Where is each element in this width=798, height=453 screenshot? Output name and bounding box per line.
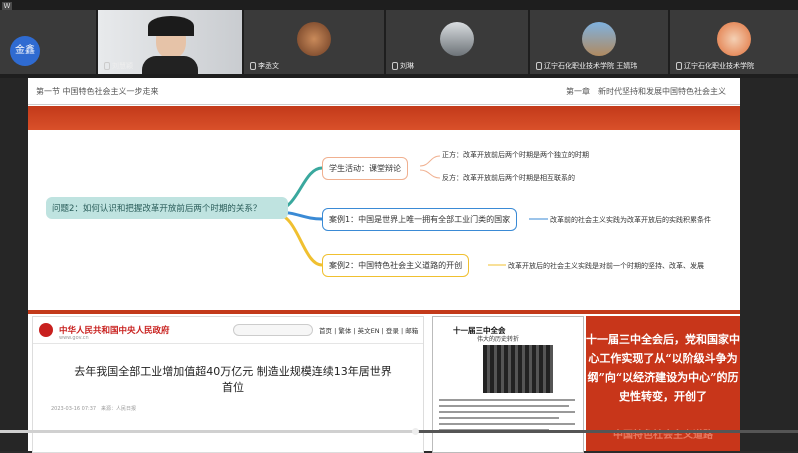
participant-tile-2[interactable]: 刘慧颖 — [98, 10, 242, 74]
avatar — [582, 22, 616, 56]
participant-name: 李丞文 — [250, 61, 279, 71]
progress-fill — [0, 430, 415, 433]
news-headline: 去年我国全部工业增加值超40万亿元 制造业规模连续13年居世界首位 — [74, 365, 392, 394]
newspaper-subtitle: 伟大的历史转折 — [477, 336, 520, 343]
mic-icon — [250, 62, 256, 70]
leaf-case-2: 改革开放后的社会主义实践是对前一个时期的坚持、改革、发展 — [508, 262, 704, 270]
newspaper-photo — [483, 345, 553, 393]
gov-nav: 首页 | 繁体 | 英文EN | 登录 | 邮箱 — [319, 327, 419, 335]
branch-case-1: 案例1：中国是世界上唯一拥有全部工业门类的国家 — [322, 208, 518, 231]
app-icon[interactable]: W — [2, 2, 12, 10]
participant-tile-1[interactable]: 金鑫 — [0, 10, 96, 74]
slide-header: 第一节 中国特色社会主义一步走来 第一章 新时代坚持和发展中国特色社会主义 — [28, 78, 740, 105]
divider-bar — [28, 310, 740, 314]
participant-tile-6[interactable]: 辽宁石化职业技术学院 — [670, 10, 798, 74]
avatar — [440, 22, 474, 56]
avatar — [297, 22, 331, 56]
header-banner — [28, 106, 740, 130]
mic-icon — [392, 62, 398, 70]
avatar — [717, 22, 751, 56]
mic-icon — [536, 62, 542, 70]
leaf-case-1: 改革前的社会主义实践为改革开放后的实践积累条件 — [550, 216, 711, 224]
person-body — [142, 56, 198, 74]
participant-name: 辽宁石化职业技术学院 — [676, 61, 754, 71]
avatar: 金鑫 — [10, 36, 40, 66]
participant-tile-3[interactable]: 李丞文 — [244, 10, 384, 74]
mic-icon — [104, 62, 110, 70]
left-margin — [0, 78, 28, 451]
branch-case-2: 案例2：中国特色社会主义道路的开创 — [322, 254, 470, 277]
leaf-con: 反方：改革开放前后两个时期是相互联系的 — [442, 174, 575, 182]
quote-text: 十一届三中全会后，党和国家中心工作实现了从“以阶级斗争为纲”向“以经济建设为中心… — [586, 333, 740, 403]
section-title: 第一节 中国特色社会主义一步走来 — [36, 87, 159, 96]
quote-footer: 中国特色社会主义道路 — [613, 430, 713, 441]
participant-name: 刘琳 — [392, 61, 414, 71]
leaf-pro: 正方：改革开放前后两个时期是两个独立的时期 — [442, 151, 589, 159]
text-line — [439, 417, 559, 419]
participant-tile-5[interactable]: 辽宁石化职业技术学院 王婧玮 — [530, 10, 668, 74]
branch-student-activity: 学生活动：课堂辩论 — [322, 157, 408, 180]
right-margin — [740, 78, 798, 451]
progress-handle[interactable] — [411, 428, 419, 435]
search-input — [233, 324, 313, 336]
text-line — [439, 405, 569, 407]
participant-bar: W 金鑫 刘慧颖 李丞文 刘琳 辽宁石化职业技术学院 王婧玮 辽宁石化职业技术学… — [0, 0, 798, 78]
shared-slide: 第一节 中国特色社会主义一步走来 第一章 新时代坚持和发展中国特色社会主义 问题… — [28, 78, 740, 453]
text-line — [439, 399, 575, 401]
mind-map: 问题2：如何认识和把握改革开放前后两个时期的关系？ 学生活动：课堂辩论 案例1：… — [28, 130, 740, 310]
chapter-title: 第一章 新时代坚持和发展中国特色社会主义 — [566, 87, 726, 96]
news-meta: 2023-03-16 07:37 来源：人民日报 — [51, 406, 137, 412]
participant-name: 辽宁石化职业技术学院 王婧玮 — [536, 61, 637, 71]
playback-progress-bar[interactable] — [0, 428, 798, 435]
gov-site-url: www.gov.cn — [59, 335, 89, 341]
participant-tile-4[interactable]: 刘琳 — [386, 10, 528, 74]
participant-name: 刘慧颖 — [104, 61, 133, 71]
text-line — [439, 423, 575, 425]
mic-icon — [676, 62, 682, 70]
national-emblem-icon — [39, 323, 53, 337]
gov-header: 中华人民共和国中央人民政府 www.gov.cn 首页 | 繁体 | 英文EN … — [33, 317, 423, 344]
root-question: 问题2：如何认识和把握改革开放前后两个时期的关系？ — [46, 197, 288, 219]
person-hair — [148, 16, 194, 36]
text-line — [439, 411, 575, 413]
